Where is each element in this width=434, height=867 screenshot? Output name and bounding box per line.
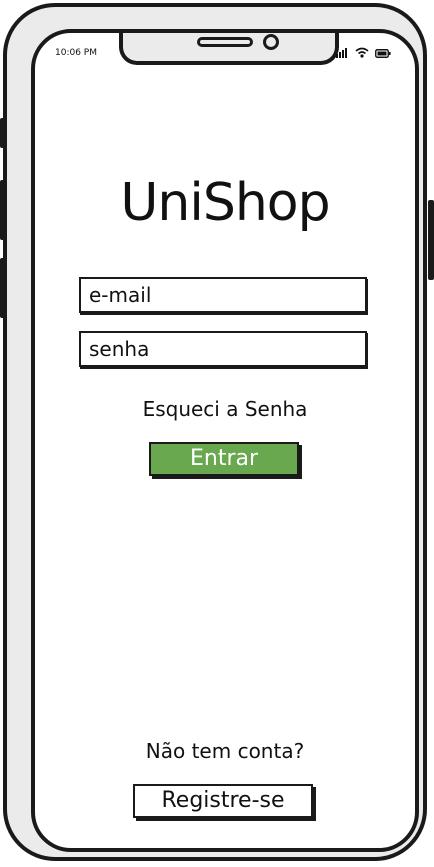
register-button[interactable]: Registre-se: [133, 784, 313, 818]
phone-mockup: 10:06 PM UniShop e-mail Esqueci a Senha …: [0, 0, 434, 867]
power-button: [428, 200, 434, 280]
phone-frame: 10:06 PM UniShop e-mail Esqueci a Senha …: [3, 3, 427, 861]
battery-icon: [375, 49, 391, 58]
email-field[interactable]: [79, 277, 367, 313]
status-time: 10:06 PM: [55, 48, 97, 58]
password-field[interactable]: [79, 331, 367, 367]
speaker-grille: [197, 37, 253, 47]
phone-screen: 10:06 PM UniShop e-mail Esqueci a Senha …: [31, 29, 419, 852]
wifi-icon: [355, 47, 369, 58]
forgot-password-link[interactable]: Esqueci a Senha: [35, 397, 415, 421]
no-account-prompt: Não tem conta?: [145, 739, 305, 763]
app-title: UniShop: [120, 173, 330, 233]
notch: [119, 33, 339, 65]
front-camera: [263, 34, 279, 50]
status-icons: [333, 47, 391, 58]
login-button[interactable]: Entrar: [149, 442, 299, 476]
signal-icon: [333, 48, 347, 58]
